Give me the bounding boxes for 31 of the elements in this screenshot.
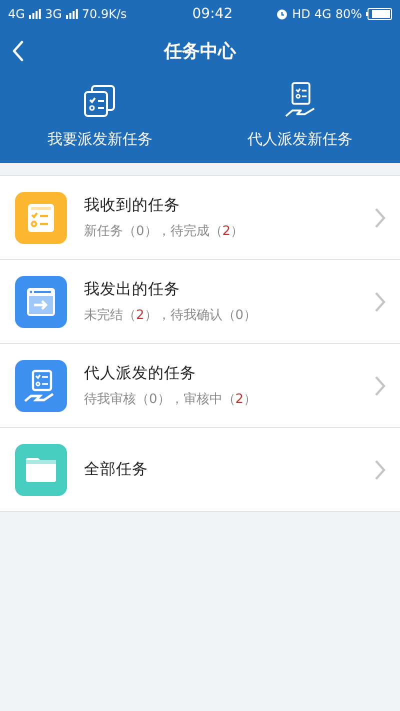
- documents-icon: [83, 82, 117, 120]
- status-text: 80%: [335, 7, 362, 21]
- status-text: HD: [292, 7, 310, 21]
- item-title: 代人派发的任务: [84, 363, 197, 384]
- chevron-icon: [374, 290, 386, 312]
- item-title: 我收到的任务: [84, 195, 181, 216]
- item-summary: 新任务（0），待完成（2）: [84, 223, 245, 240]
- action-button[interactable]: 代人派发新任务: [200, 82, 400, 149]
- task-list-item[interactable]: 全部任务: [0, 428, 400, 512]
- task-list-item[interactable]: 代人派发的任务 待我审核（0），审核中（2）: [0, 344, 400, 428]
- page-title: 任务中心: [164, 40, 236, 63]
- status-text: 3G: [44, 7, 62, 21]
- item-title: 我发出的任务: [84, 279, 181, 300]
- task-list-item[interactable]: 我收到的任务 新任务（0），待完成（2）: [0, 176, 400, 260]
- item-summary: 未完结（2），待我确认（0）: [84, 307, 258, 324]
- status-text: 4G: [8, 7, 25, 21]
- status-time: 09:42: [192, 6, 233, 22]
- action-button[interactable]: 我要派发新任务: [0, 82, 200, 149]
- signal-icon: [28, 9, 41, 19]
- alarm-icon: [276, 8, 288, 20]
- back-icon[interactable]: [12, 40, 24, 62]
- status-text: 4G: [314, 7, 332, 21]
- task-list-item[interactable]: 我发出的任务 未完结（2），待我确认（0）: [0, 260, 400, 344]
- chevron-icon: [374, 458, 386, 480]
- item-summary: 待我审核（0），审核中（2）: [84, 391, 258, 408]
- battery-icon: [366, 8, 392, 20]
- status-text: 70.9K/s: [82, 7, 127, 21]
- signal-icon: [66, 9, 78, 19]
- chevron-icon: [374, 374, 386, 396]
- item-title: 全部任务: [84, 459, 149, 480]
- chevron-icon: [374, 206, 386, 228]
